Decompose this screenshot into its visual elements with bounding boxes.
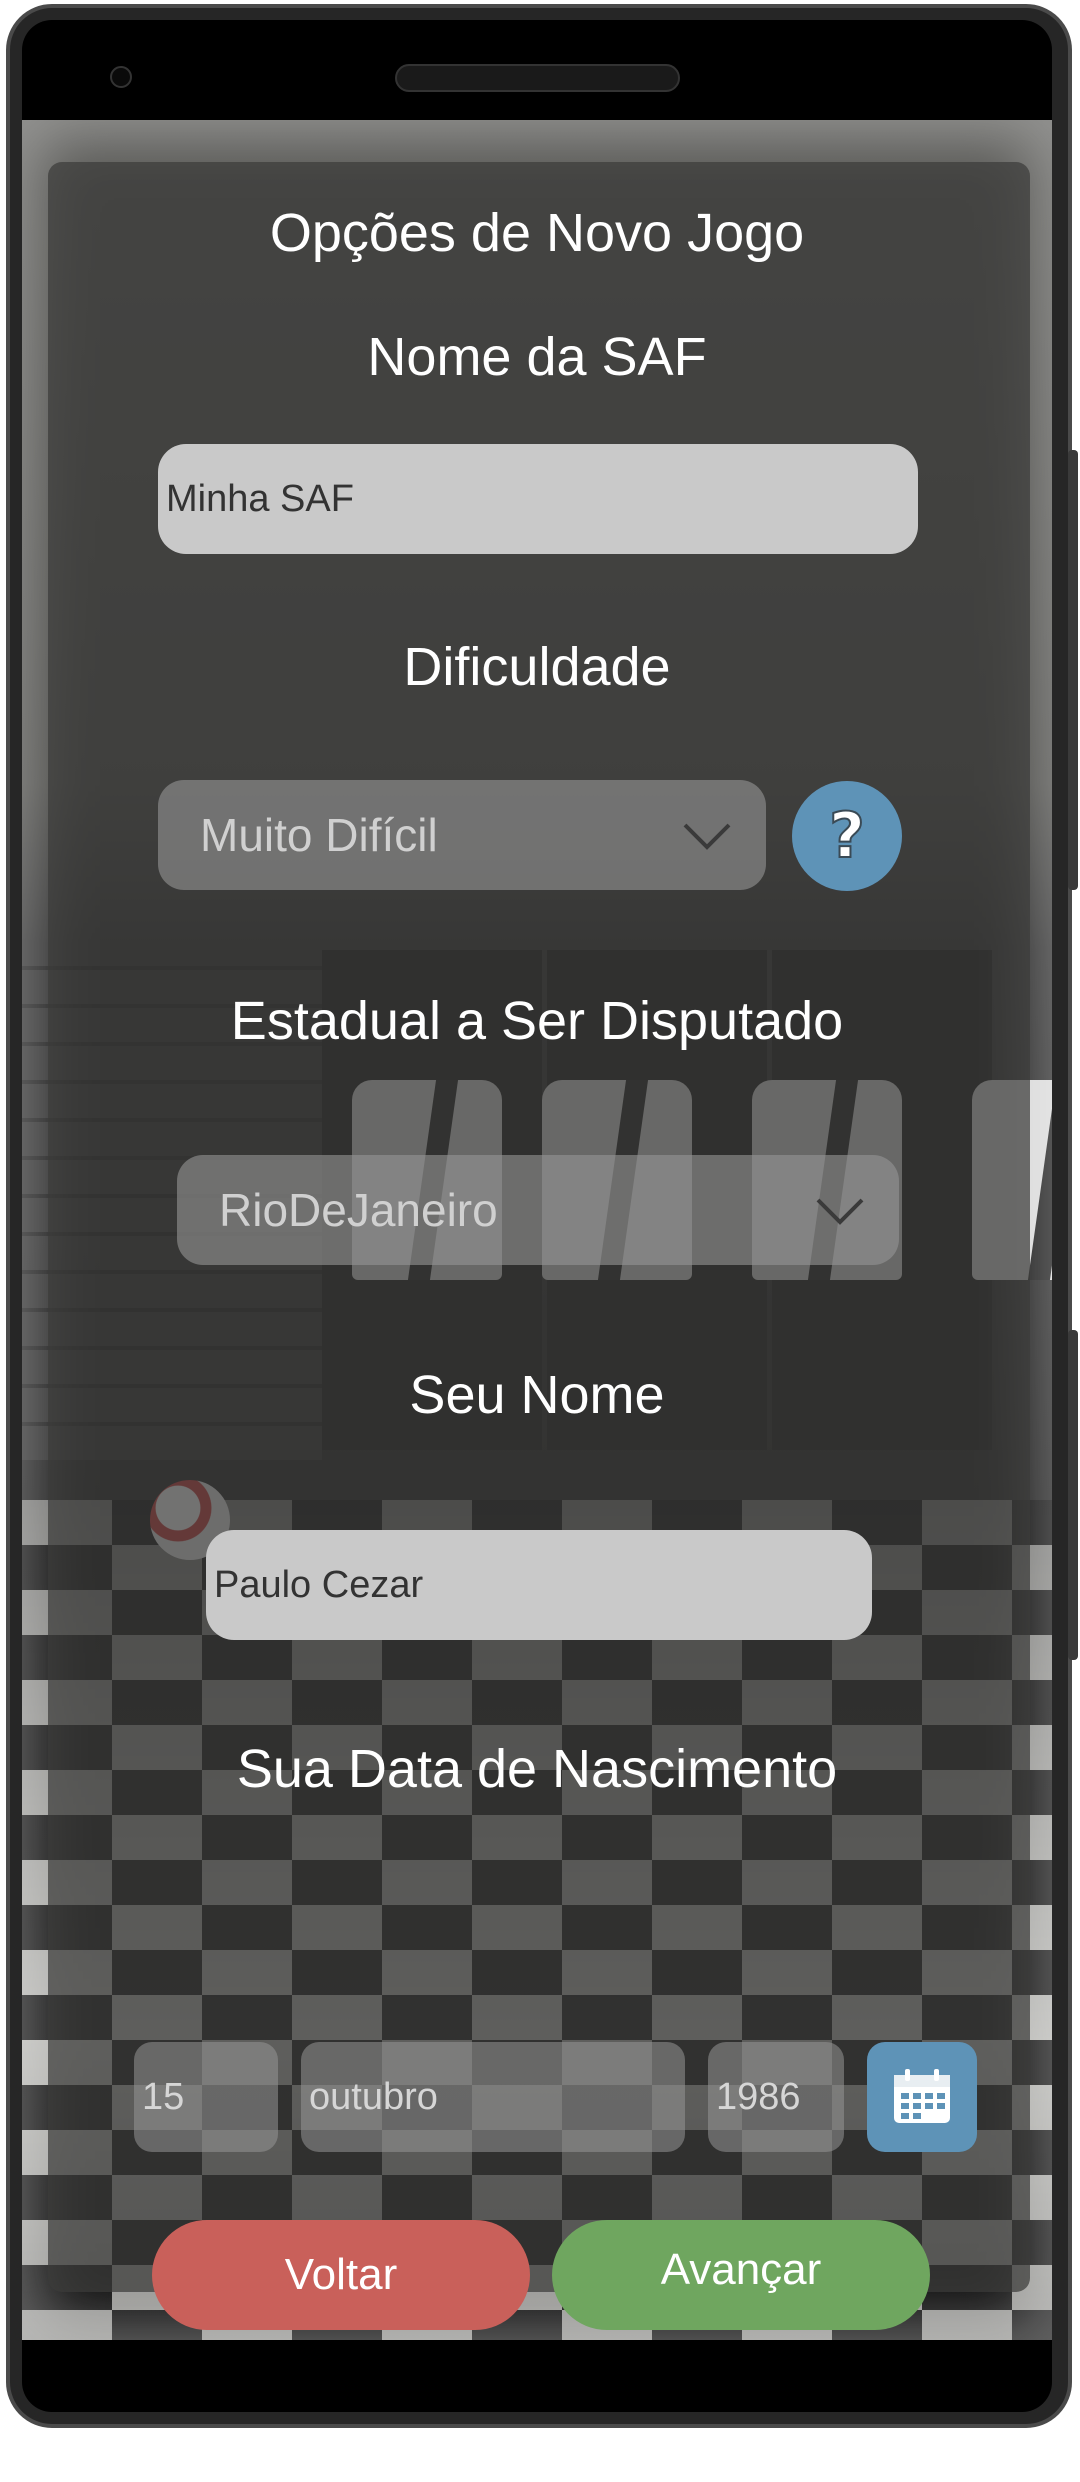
volume-button <box>1068 450 1078 890</box>
birth-date-label: Sua Data de Nascimento <box>236 1739 838 1799</box>
next-button[interactable]: Avançar <box>552 2220 930 2330</box>
earpiece-speaker <box>395 64 680 92</box>
bottom-bezel <box>22 2340 1052 2412</box>
app-screen: Opções de Novo Jogo Nome da SAF Minha SA… <box>22 120 1052 2340</box>
front-camera-icon <box>110 66 132 88</box>
your-name-input[interactable]: Paulo Cezar <box>206 1530 872 1640</box>
calendar-button[interactable] <box>867 2042 977 2152</box>
birth-month-field[interactable]: outubro <box>301 2042 685 2152</box>
svg-text:?: ? <box>829 801 865 871</box>
difficulty-label: Dificuldade <box>403 637 671 697</box>
chevron-down-icon <box>816 1198 864 1225</box>
difficulty-help-button[interactable]: ? <box>792 781 902 891</box>
difficulty-dropdown[interactable]: Muito Difícil <box>158 780 766 890</box>
your-name-label: Seu Nome <box>409 1365 665 1425</box>
difficulty-selected: Muito Difícil <box>200 809 438 861</box>
state-dropdown[interactable]: RioDeJaneiro <box>177 1155 899 1265</box>
birth-year-field[interactable]: 1986 <box>708 2042 844 2152</box>
birth-day-field[interactable]: 15 <box>134 2042 278 2152</box>
chevron-down-icon <box>683 823 731 850</box>
state-label: Estadual a Ser Disputado <box>230 991 844 1051</box>
saf-name-label: Nome da SAF <box>367 327 707 387</box>
page-title: Opções de Novo Jogo <box>269 203 805 263</box>
back-button[interactable]: Voltar <box>152 2220 530 2330</box>
question-circle-icon: ? <box>828 801 866 871</box>
power-button <box>1068 1330 1078 1660</box>
saf-name-input[interactable]: Minha SAF <box>158 444 918 554</box>
state-selected: RioDeJaneiro <box>219 1184 498 1236</box>
calendar-icon <box>894 2069 950 2123</box>
